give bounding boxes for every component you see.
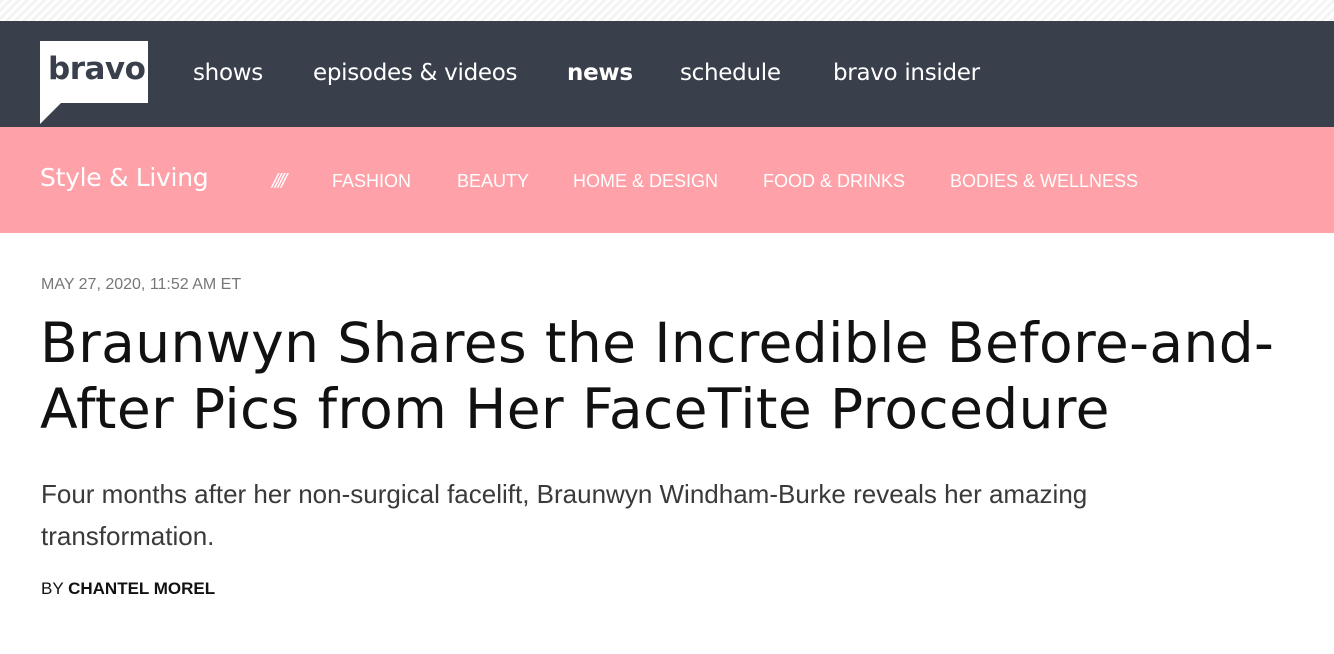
subnav-item-home-design[interactable]: HOME & DESIGN [573, 169, 718, 193]
nav-item-bravo-insider[interactable]: bravo insider [833, 59, 980, 87]
article-headline: Braunwyn Shares the Incredible Before-an… [40, 311, 1275, 441]
nav-item-episodes-videos[interactable]: episodes & videos [313, 59, 518, 87]
subnav-item-bodies-wellness[interactable]: BODIES & WELLNESS [950, 169, 1138, 193]
bravo-logo[interactable]: bravo [40, 41, 148, 124]
article-dek: Four months after her non-surgical facel… [41, 479, 1088, 551]
author-link[interactable]: CHANTEL MOREL [68, 579, 215, 598]
article-byline: BY CHANTEL MOREL [41, 578, 215, 600]
subnav-item-fashion[interactable]: FASHION [332, 169, 411, 193]
logo-text: bravo [48, 51, 146, 87]
section-title-style-living[interactable]: Style & Living [40, 163, 209, 193]
subnav-item-food-drinks[interactable]: FOOD & DRINKS [763, 169, 905, 193]
top-decorative-strip [0, 0, 1334, 21]
logo-speech-tail [40, 103, 61, 124]
nav-item-news[interactable]: news [567, 59, 633, 87]
nav-item-schedule[interactable]: schedule [680, 59, 781, 87]
main-navigation: bravo shows episodes & videos news sched… [0, 21, 1334, 127]
subnav-item-beauty[interactable]: BEAUTY [457, 169, 529, 193]
nav-item-shows[interactable]: shows [193, 59, 263, 87]
slash-divider: //// [272, 170, 287, 191]
section-subnavigation: Style & Living //// FASHION BEAUTY HOME … [0, 127, 1334, 233]
article-date: MAY 27, 2020, 11:52 AM ET [41, 276, 242, 293]
byline-prefix: BY [41, 579, 69, 598]
